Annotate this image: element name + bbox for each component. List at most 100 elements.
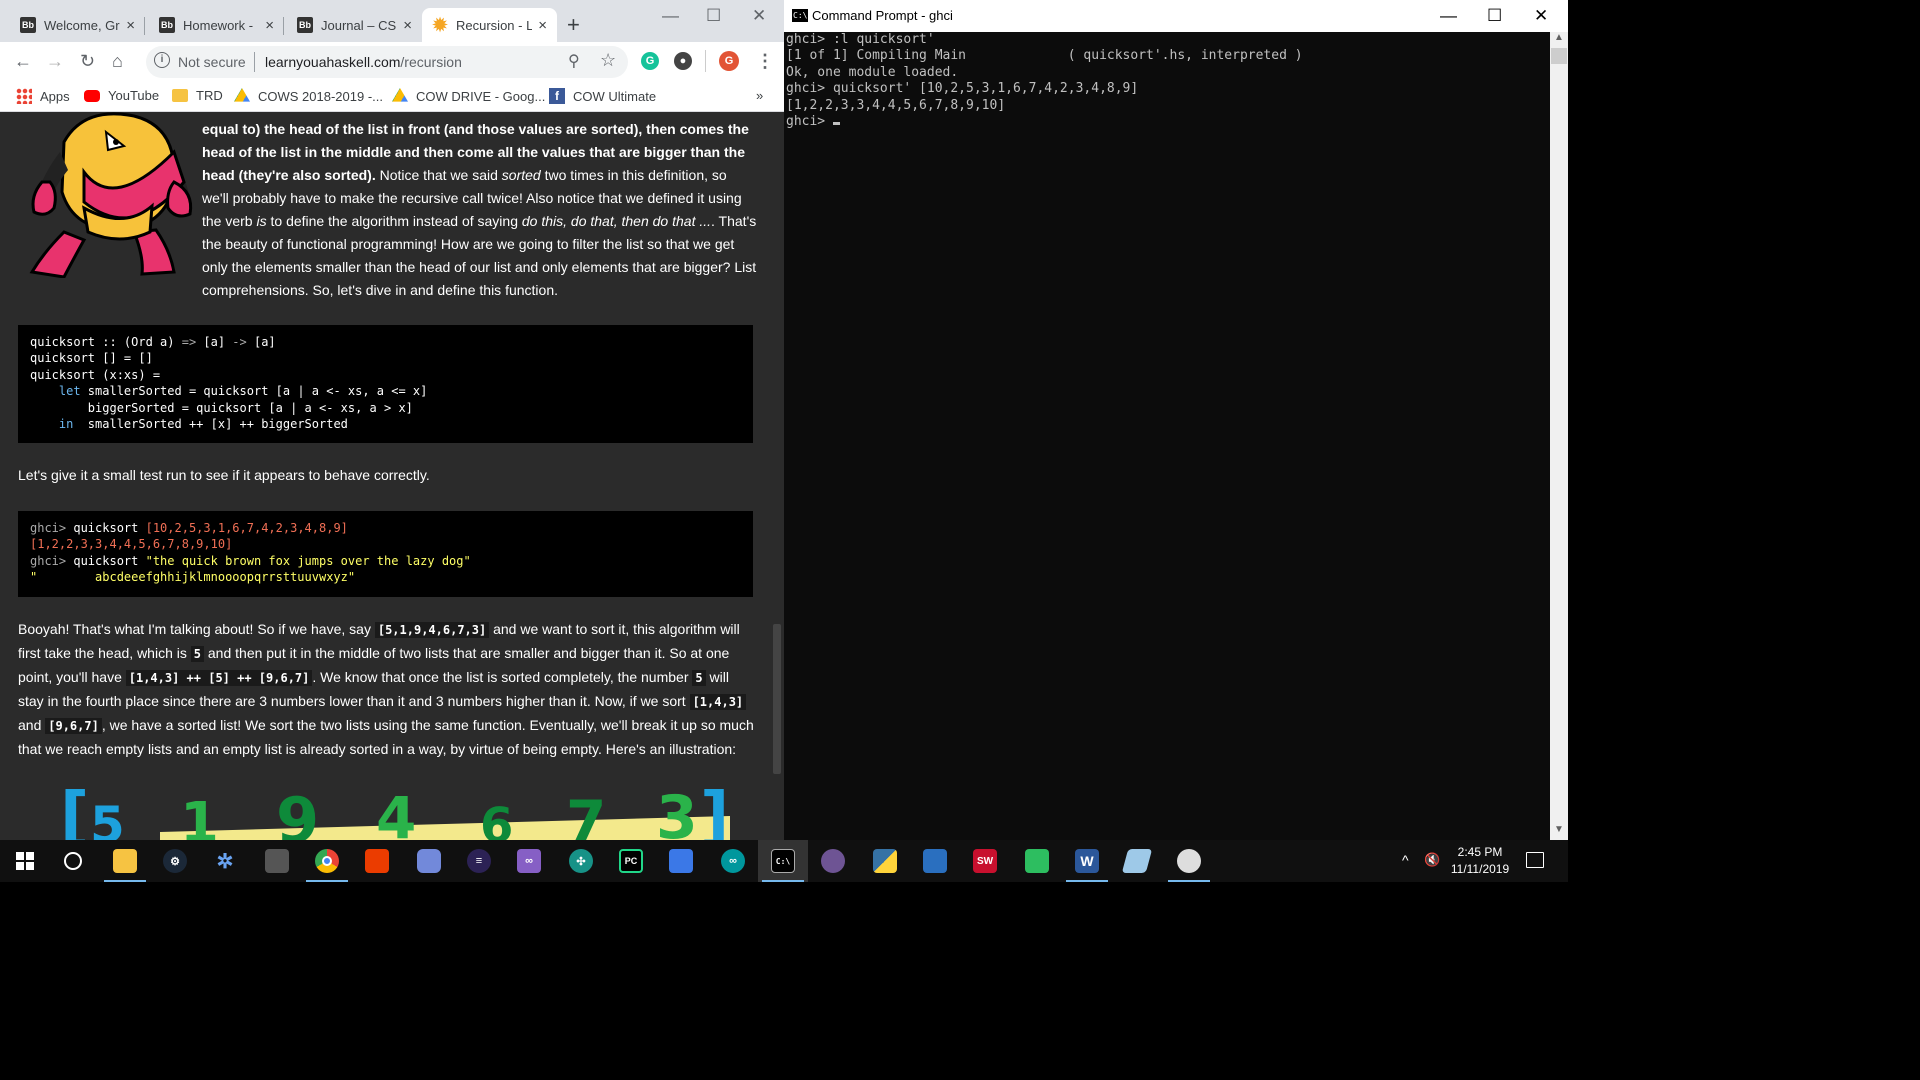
folder-icon	[172, 89, 188, 102]
url-text: learnyouahaskell.com/recursion	[265, 54, 462, 70]
start-button[interactable]	[0, 840, 50, 882]
python-icon	[873, 849, 897, 873]
volume-muted-icon[interactable]: 🔇	[1424, 852, 1440, 868]
chrome-icon	[315, 849, 339, 873]
blackboard-icon: Bb	[159, 17, 175, 33]
address-bar[interactable]: i Not secure learnyouahaskell.com/recurs…	[146, 46, 628, 78]
bookmarks-overflow-button[interactable]: »	[756, 88, 763, 103]
back-icon[interactable]: ←	[14, 51, 32, 72]
close-window-icon[interactable]: ✕	[1534, 6, 1548, 26]
taskbar-python[interactable]	[860, 840, 910, 882]
page-scrollbar[interactable]	[770, 112, 784, 840]
system-clock[interactable]: 2:45 PM 11/11/2019	[1440, 844, 1520, 878]
info-icon[interactable]: i	[154, 52, 170, 68]
forward-icon[interactable]: →	[46, 51, 64, 72]
home-icon[interactable]: ⌂	[112, 51, 123, 72]
tab-journal[interactable]: Bb Journal – CS ×	[287, 8, 422, 42]
taskbar-pycharm[interactable]: PC	[606, 840, 656, 882]
window-title: Command Prompt - ghci	[812, 8, 953, 23]
taskbar-paint[interactable]	[1164, 840, 1214, 882]
tab-label: Homework -	[183, 17, 254, 33]
svg-text:4: 4	[376, 784, 416, 840]
taskbar-github-desktop[interactable]	[808, 840, 858, 882]
console-scrollbar[interactable]: ▲ ▼	[1550, 32, 1568, 840]
taskbar-steam[interactable]: ⚙	[150, 840, 200, 882]
bookmark-trd[interactable]: TRD	[172, 88, 223, 103]
bookmark-apps[interactable]: Apps	[16, 88, 70, 104]
taskbar-chrome[interactable]	[302, 840, 352, 882]
minimize-icon[interactable]: —	[1440, 6, 1457, 26]
tab-homework[interactable]: Bb Homework - ×	[149, 8, 284, 42]
facebook-icon: f	[549, 88, 565, 104]
taskbar-gitkraken[interactable]: ✣	[556, 840, 606, 882]
bookmark-cow-drive[interactable]: COW DRIVE - Goog...	[392, 88, 545, 104]
tab-recursion[interactable]: ✹ Recursion - L ×	[422, 8, 557, 42]
game-icon	[265, 849, 289, 873]
divider	[705, 50, 706, 72]
console-output[interactable]: ghci> :l quicksort' [1 of 1] Compiling M…	[786, 32, 1550, 840]
menu-icon[interactable]: ⋮	[756, 51, 774, 72]
cortana-button[interactable]	[48, 840, 98, 882]
taskbar-visual-studio[interactable]: ∞	[504, 840, 554, 882]
taskbar-cmd[interactable]: C:\	[758, 840, 808, 882]
tab-welcome[interactable]: Bb Welcome, Gr ×	[10, 8, 145, 42]
window-titlebar: C:\ Command Prompt - ghci — ☐ ✕	[784, 0, 1568, 32]
paint-icon	[1177, 849, 1201, 873]
taskbar-vs-installer[interactable]: ✲	[200, 840, 250, 882]
pycharm-icon: PC	[619, 849, 643, 873]
scroll-up-icon[interactable]: ▲	[1550, 32, 1568, 48]
tab-label: Journal – CS	[321, 17, 397, 33]
chevron-up-icon[interactable]: ^	[1402, 852, 1409, 868]
bookmark-label: TRD	[196, 88, 223, 103]
incognito-extension-icon[interactable]: ●	[674, 52, 692, 70]
taskbar-notepad[interactable]	[1112, 840, 1162, 882]
taskbar-arduino[interactable]: ∞	[708, 840, 758, 882]
bookmark-cows[interactable]: COWS 2018-2019 -...	[234, 88, 383, 104]
youtube-icon	[84, 89, 100, 102]
article-paragraph: Let's give it a small test run to see if…	[18, 467, 430, 483]
bookmark-label: COWS 2018-2019 -...	[258, 88, 383, 104]
taskbar-network[interactable]	[910, 840, 960, 882]
taskbar-office[interactable]	[352, 840, 402, 882]
scrollbar-thumb[interactable]	[1551, 48, 1567, 64]
taskbar-control-panel[interactable]	[656, 840, 706, 882]
close-icon[interactable]: ×	[126, 17, 135, 34]
notification-icon[interactable]	[1526, 852, 1544, 868]
reload-icon[interactable]: ↻	[80, 51, 95, 72]
mascot-illustration	[29, 112, 193, 278]
taskbar-file-explorer[interactable]	[100, 840, 150, 882]
command-prompt-window: C:\ Command Prompt - ghci — ☐ ✕ ghci> :l…	[784, 0, 1568, 840]
taskbar-word[interactable]: W	[1062, 840, 1112, 882]
close-icon[interactable]: ×	[265, 17, 274, 34]
bookmark-youtube[interactable]: YouTube	[84, 88, 159, 103]
search-icon[interactable]: ⚲	[568, 51, 580, 71]
browser-toolbar: ← → ↻ ⌂ i Not secure learnyouahaskell.co…	[0, 42, 784, 82]
close-icon[interactable]: ×	[538, 17, 547, 34]
scrollbar-thumb[interactable]	[773, 624, 781, 774]
blackboard-icon: Bb	[20, 17, 36, 33]
maximize-icon[interactable]: ☐	[706, 6, 721, 26]
bookmark-cow-ultimate[interactable]: f COW Ultimate	[549, 88, 656, 104]
tab-label: Welcome, Gr	[44, 17, 120, 33]
grammarly-icon[interactable]: G	[641, 52, 659, 70]
console-line: Ok, one module loaded.	[786, 64, 959, 80]
taskbar-solidworks[interactable]: SW	[960, 840, 1010, 882]
visual-studio-icon: ∞	[517, 849, 541, 873]
taskbar-game[interactable]	[252, 840, 302, 882]
taskbar-evernote[interactable]	[1012, 840, 1062, 882]
code-block-test-run: ghci> quicksort [10,2,5,3,1,6,7,4,2,3,4,…	[18, 511, 753, 597]
taskbar-eclipse[interactable]: ≡	[454, 840, 504, 882]
avatar[interactable]: G	[719, 51, 739, 71]
close-icon[interactable]: ×	[403, 17, 412, 34]
taskbar-discord[interactable]	[404, 840, 454, 882]
new-tab-button[interactable]: +	[567, 12, 580, 38]
clock-date: 11/11/2019	[1450, 862, 1510, 876]
article-paragraph: equal to) the head of the list in front …	[202, 121, 757, 298]
file-explorer-icon	[113, 849, 137, 873]
close-window-icon[interactable]: ✕	[752, 6, 766, 26]
scroll-down-icon[interactable]: ▼	[1550, 824, 1568, 840]
minimize-icon[interactable]: —	[662, 6, 679, 26]
bookmark-label: YouTube	[108, 88, 160, 103]
maximize-icon[interactable]: ☐	[1487, 6, 1502, 26]
star-icon[interactable]: ☆	[600, 50, 616, 71]
